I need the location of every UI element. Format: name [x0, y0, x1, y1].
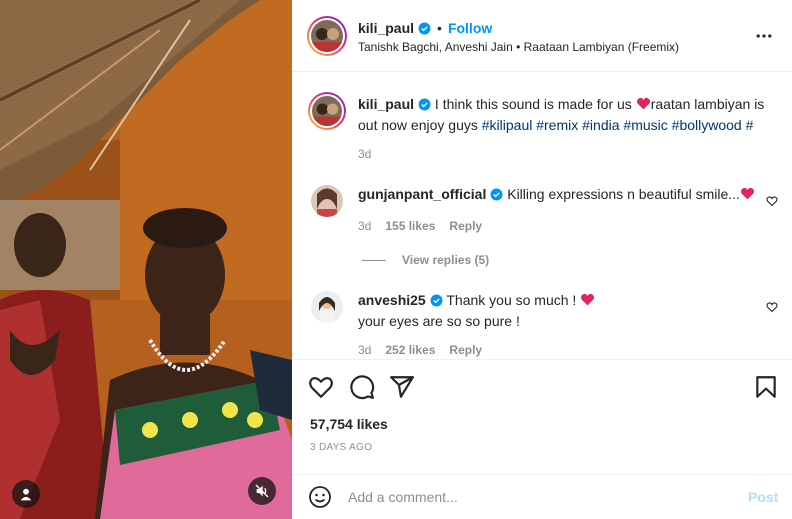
- comment-item: anveshi25 Thank you so much ! your eyes …: [358, 291, 758, 331]
- comment-text-line1: Thank you so much !: [446, 292, 581, 308]
- hashtag-link[interactable]: #india: [582, 117, 619, 133]
- reply-button[interactable]: Reply: [449, 343, 482, 357]
- muted-speaker-icon[interactable]: [248, 477, 276, 505]
- red-heart-emoji-icon: [740, 186, 755, 202]
- caption-text-before: I think this sound is made for us: [434, 96, 636, 112]
- view-replies-button[interactable]: View replies (5): [362, 253, 489, 267]
- post-caption: kili_paul I think this sound is made for…: [358, 95, 768, 135]
- comment-item: gunjanpant_official Killing expressions …: [358, 185, 758, 206]
- verified-badge-icon: [430, 293, 443, 312]
- divider-line: [362, 260, 386, 262]
- hashtag-link[interactable]: #bollywood: [672, 117, 742, 133]
- view-replies-label: View replies (5): [402, 253, 490, 267]
- hashtag-link[interactable]: #remix: [536, 117, 578, 133]
- comments-list[interactable]: kili_paul I think this sound is made for…: [292, 73, 792, 359]
- emoji-icon[interactable]: [308, 485, 334, 511]
- caption-timestamp[interactable]: 3d: [358, 147, 371, 161]
- hashtag-link[interactable]: #kilipaul: [482, 117, 533, 133]
- reply-button[interactable]: Reply: [449, 219, 482, 233]
- comment-input[interactable]: [348, 485, 728, 509]
- add-comment-bar: Post: [292, 474, 792, 519]
- verified-badge-icon: [490, 187, 503, 206]
- audio-track-link[interactable]: Tanishk Bagchi, Anveshi Jain • Raataan L…: [358, 40, 679, 54]
- comment-likes[interactable]: 155 likes: [385, 219, 435, 233]
- post-actions: 57,754 likes 3 DAYS AGO: [292, 359, 792, 459]
- commenter-avatar[interactable]: [311, 291, 343, 323]
- user-tag-icon[interactable]: [12, 480, 40, 508]
- caption-meta: 3d: [358, 147, 385, 161]
- comment-like-heart-icon[interactable]: [766, 194, 778, 207]
- red-heart-emoji-icon: [580, 292, 595, 308]
- verified-badge-icon: [418, 22, 431, 38]
- red-heart-emoji-icon: [636, 96, 651, 112]
- comment-meta: 3d 252 likes Reply: [358, 343, 496, 357]
- separator-dot: •: [437, 20, 442, 36]
- post-comment-button[interactable]: Post: [748, 489, 778, 505]
- likes-count[interactable]: 57,754 likes: [310, 416, 388, 432]
- hashtag-link[interactable]: #: [746, 117, 754, 133]
- post-details-panel: kili_paul • Follow Tanishk Bagchi, Anvesh…: [292, 0, 792, 519]
- verified-badge-icon: [418, 97, 431, 116]
- commenter-username[interactable]: anveshi25: [358, 292, 426, 308]
- comment-icon[interactable]: [349, 374, 375, 400]
- post-video-frame: [0, 0, 292, 519]
- comment-timestamp[interactable]: 3d: [358, 343, 371, 357]
- caption-username[interactable]: kili_paul: [358, 96, 414, 112]
- comment-text-line2: your eyes are so so pure !: [358, 313, 520, 329]
- commenter-username[interactable]: gunjanpant_official: [358, 186, 486, 202]
- comment-timestamp[interactable]: 3d: [358, 219, 371, 233]
- caption-author-avatar[interactable]: [308, 92, 346, 130]
- share-icon[interactable]: [389, 374, 415, 400]
- bookmark-icon[interactable]: [753, 374, 779, 400]
- follow-button[interactable]: Follow: [448, 20, 492, 36]
- more-horizontal-icon[interactable]: [754, 26, 774, 46]
- comment-meta: 3d 155 likes Reply: [358, 219, 496, 233]
- heart-icon[interactable]: [308, 374, 334, 400]
- author-avatar[interactable]: [307, 16, 347, 56]
- comment-like-heart-icon[interactable]: [766, 300, 778, 313]
- post-media[interactable]: [0, 0, 292, 519]
- author-username[interactable]: kili_paul: [358, 20, 414, 36]
- comment-text: Killing expressions n beautiful smile...: [507, 186, 740, 202]
- commenter-avatar[interactable]: [311, 185, 343, 217]
- post-header: kili_paul • Follow Tanishk Bagchi, Anvesh…: [292, 0, 792, 72]
- post-date[interactable]: 3 DAYS AGO: [310, 442, 372, 453]
- hashtag-link[interactable]: #music: [623, 117, 667, 133]
- comment-likes[interactable]: 252 likes: [385, 343, 435, 357]
